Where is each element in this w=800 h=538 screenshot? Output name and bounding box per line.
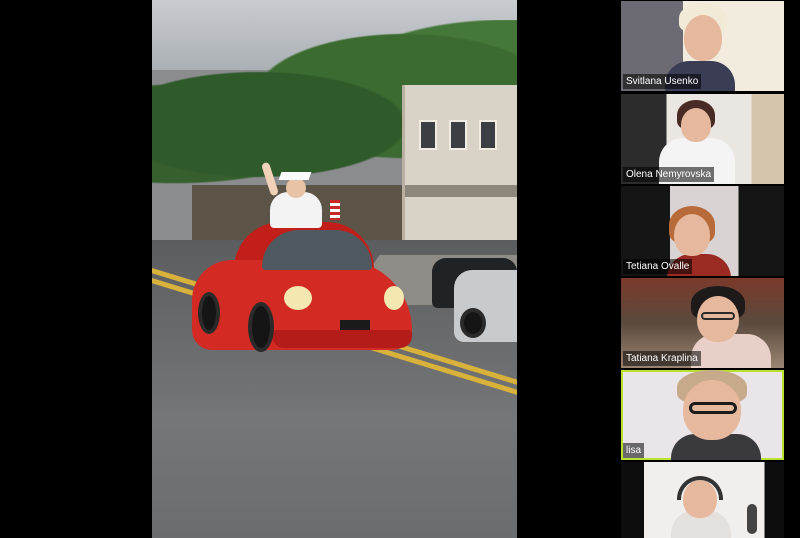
participant-name: Olena Nemyrovska [623,167,715,182]
headset-icon [677,476,723,500]
participant-name: Tatiana Kraplina [623,351,701,366]
flag-icon [330,200,340,220]
participant-video [661,462,751,538]
participant-tile-svitlana-usenko[interactable]: Svitlana Usenko [621,1,784,91]
participant-name: Tetiana Ovalle [623,259,693,274]
participant-tile-olena-nemyrovska[interactable]: Olena Nemyrovska [621,94,784,184]
participant-tile-lisa[interactable]: lisa [621,370,784,460]
participant-tile-6[interactable] [621,462,784,538]
shared-screen-video[interactable] [152,0,517,538]
participant-tile-tetiana-ovalle[interactable]: Tetiana Ovalle [621,186,784,276]
graduate-figure [260,161,322,228]
parked-silver-car [454,270,517,342]
participant-gallery: Svitlana Usenko Olena Nemyrovska Tetiana… [619,0,786,538]
participant-tile-tatiana-kraplina[interactable]: Tatiana Kraplina [621,278,784,368]
participant-video [661,370,771,460]
scene-house [402,85,517,265]
participant-name: Svitlana Usenko [623,74,702,89]
participant-name: lisa [623,443,645,458]
parade-car-icon [192,222,412,352]
microphone-icon [747,504,757,534]
